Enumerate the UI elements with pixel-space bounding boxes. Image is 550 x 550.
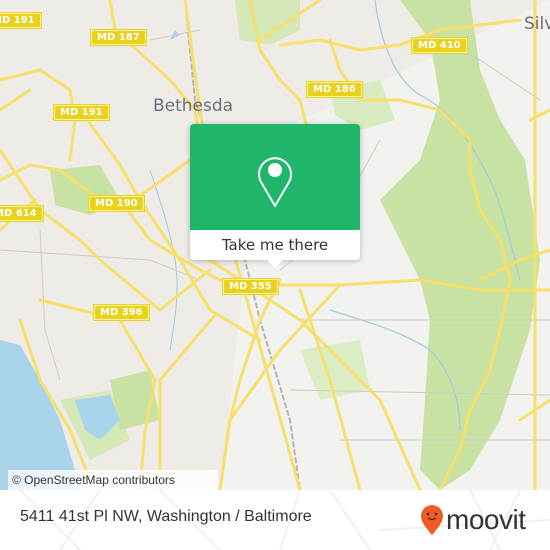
road-shield-md-614: MD 614 [0, 205, 44, 222]
road-shield-md-186: MD 186 [306, 81, 363, 98]
road-shield-md-191: MD 191 [0, 12, 42, 29]
map[interactable]: Bethesda Silv MD 187 MD 191 MD 191 MD 61… [0, 0, 550, 490]
popup-header [190, 124, 360, 230]
map-attribution[interactable]: © OpenStreetMap contributors [8, 470, 218, 490]
road-shield-md-410: MD 410 [411, 37, 468, 54]
popup-arrow [267, 260, 283, 268]
location-pin-icon [258, 157, 292, 207]
take-me-there-button[interactable]: Take me there [190, 230, 360, 260]
location-popup[interactable]: Take me there [190, 124, 360, 268]
moovit-pin-icon [421, 505, 443, 535]
address-label: 5411 41st Pl NW, Washington / Baltimore [20, 508, 312, 525]
place-label-silver-spring: Silv [524, 14, 550, 34]
road-shield-md-355: MD 355 [222, 278, 279, 295]
road-shield-md-191: MD 191 [53, 104, 110, 121]
footer: 5411 41st Pl NW, Washington / Baltimore … [0, 490, 550, 550]
road-shield-md-187: MD 187 [90, 29, 147, 46]
moovit-logo[interactable]: moovit [420, 502, 526, 538]
place-label-bethesda: Bethesda [153, 96, 234, 116]
road-shield-md-396: MD 396 [93, 304, 150, 321]
road-shield-md-190: MD 190 [88, 195, 145, 212]
moovit-wordmark: moovit [446, 504, 526, 535]
